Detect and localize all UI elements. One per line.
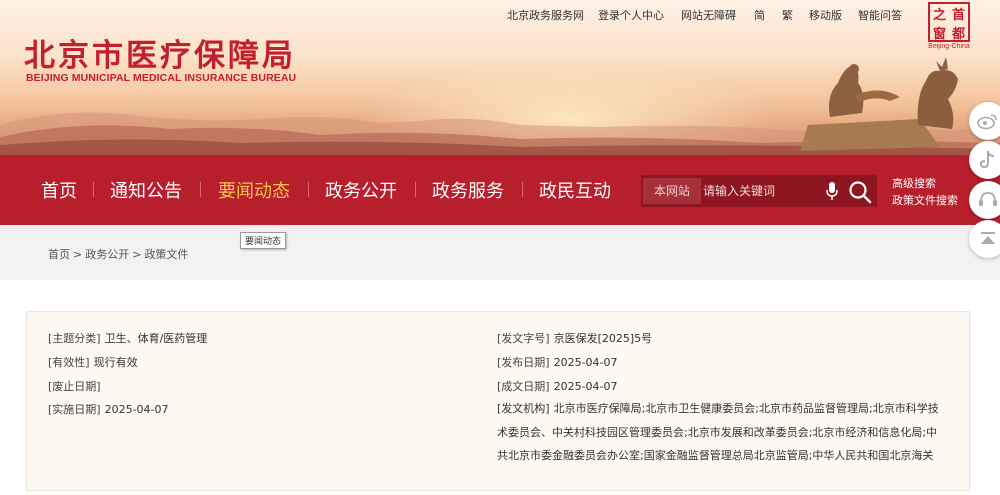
top-link-gov-service[interactable]: 北京政务服务网: [507, 7, 584, 23]
top-link-traditional[interactable]: 繁: [782, 7, 793, 23]
search-input[interactable]: [703, 175, 823, 207]
info-issuer: [发文机构] 北京市医疗保障局;北京市卫生健康委员会;北京市药品监督管理局;北京市…: [497, 397, 942, 468]
document-info-panel: [主题分类] 卫生、体育/医药管理 [有效性] 现行有效 [废止日期] [实施日期]…: [26, 311, 970, 491]
nav-gov-affairs[interactable]: 政务公开: [325, 177, 397, 203]
info-publish-date-key: [发布日期]: [497, 356, 550, 369]
capital-logo-char: 窗: [932, 27, 946, 42]
top-link-accessibility[interactable]: 网站无障碍: [681, 7, 736, 23]
info-written-date-value: 2025-04-07: [553, 380, 618, 393]
weibo-icon: [977, 114, 997, 130]
capital-logo-en: Beijing-China: [928, 43, 970, 50]
top-link-simplified[interactable]: 简: [754, 7, 765, 23]
info-repeal-date: [废止日期]: [48, 375, 105, 399]
header-banner: 北京市医疗保障局 BEIJING MUNICIPAL MEDICAL INSUR…: [0, 0, 1000, 155]
top-link-login[interactable]: 登录个人中心: [598, 7, 664, 23]
advanced-search-link[interactable]: 高级搜索: [892, 175, 936, 191]
info-validity-value: 现行有效: [93, 356, 138, 369]
nav-divider: [308, 182, 309, 197]
nav-news[interactable]: 要闻动态: [218, 177, 290, 203]
breadcrumb-home[interactable]: 首页: [48, 248, 70, 261]
support-button[interactable]: [969, 181, 1000, 219]
info-effective-date-value: 2025-04-07: [104, 403, 169, 416]
site-logo-subtitle: BEIJING MUNICIPAL MEDICAL INSURANCE BURE…: [26, 72, 297, 84]
search-scope-select[interactable]: 本网站: [643, 178, 701, 204]
breadcrumb-policy-docs[interactable]: 政策文件: [144, 248, 188, 261]
info-issuer-value: 北京市医疗保障局;北京市卫生健康委员会;北京市药品监督管理局;北京市科学技术委员…: [497, 402, 939, 462]
info-issuer-key: [发文机构]: [497, 402, 550, 415]
top-link-mobile[interactable]: 移动版: [809, 7, 842, 23]
info-effective-date-key: [实施日期]: [48, 403, 101, 416]
nav-tooltip: 要闻动态: [240, 232, 287, 249]
weibo-button[interactable]: [969, 102, 1000, 140]
info-written-date: [成文日期] 2025-04-07: [497, 375, 618, 399]
back-to-top-button[interactable]: [969, 220, 1000, 258]
breadcrumb-bar: 首页 > 政务公开 > 政策文件: [0, 225, 1000, 280]
search-box: 本网站: [641, 175, 877, 207]
info-publish-date: [发布日期] 2025-04-07: [497, 351, 618, 375]
top-links-bar: 北京政务服务网 登录个人中心 网站无障碍 简 繁 移动版 智能问答: [0, 7, 1000, 23]
capital-logo-char: 都: [951, 27, 965, 42]
nav-divider: [200, 182, 201, 197]
info-validity-key: [有效性]: [48, 356, 90, 369]
back-to-top-icon: [981, 232, 995, 244]
info-topic-key: [主题分类]: [48, 332, 101, 345]
info-repeal-date-key: [废止日期]: [48, 380, 101, 393]
capital-window-logo[interactable]: 之 首 窗 都 Beijing-China: [926, 2, 972, 52]
info-topic: [主题分类] 卫生、体育/医药管理: [48, 327, 207, 351]
search-icon[interactable]: [848, 180, 872, 204]
microphone-icon[interactable]: [825, 181, 839, 201]
nav-notices[interactable]: 通知公告: [110, 177, 182, 203]
info-doc-number-key: [发文字号]: [497, 332, 550, 345]
nav-home[interactable]: 首页: [41, 177, 77, 203]
info-doc-number: [发文字号] 京医保发[2025]5号: [497, 327, 652, 351]
nav-gov-services[interactable]: 政务服务: [432, 177, 504, 203]
breadcrumb: 首页 > 政务公开 > 政策文件: [48, 248, 189, 261]
info-doc-number-value: 京医保发[2025]5号: [553, 332, 653, 345]
capital-logo-char: 之: [932, 8, 946, 23]
nav-divider: [522, 182, 523, 197]
nav-divider: [93, 182, 94, 197]
douyin-button[interactable]: [969, 141, 1000, 179]
policy-file-search-link[interactable]: 政策文件搜索: [892, 192, 958, 208]
info-written-date-key: [成文日期]: [497, 380, 550, 393]
nav-divider: [415, 182, 416, 197]
site-logo-title[interactable]: 北京市医疗保障局: [24, 30, 296, 75]
top-link-smart-qa[interactable]: 智能问答: [858, 7, 902, 23]
info-validity: [有效性] 现行有效: [48, 351, 138, 375]
capital-logo-char: 首: [951, 8, 965, 23]
info-publish-date-value: 2025-04-07: [553, 356, 618, 369]
douyin-icon: [979, 151, 995, 169]
breadcrumb-gov-affairs[interactable]: 政务公开: [85, 248, 129, 261]
info-effective-date: [实施日期] 2025-04-07: [48, 398, 169, 422]
info-topic-value: 卫生、体育/医药管理: [104, 332, 208, 345]
nav-interaction[interactable]: 政民互动: [539, 177, 611, 203]
support-icon: [979, 192, 997, 206]
main-nav: 首页 通知公告 要闻动态 政务公开 政务服务 政民互动 本网站 高级搜索 政策文…: [0, 155, 1000, 225]
bronze-statues: [800, 57, 958, 151]
